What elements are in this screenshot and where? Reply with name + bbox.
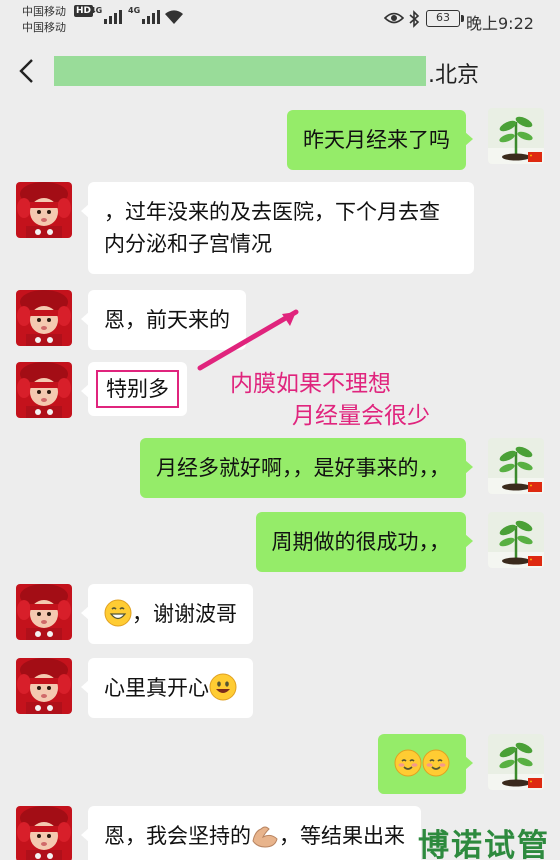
my-avatar[interactable] [488, 512, 544, 568]
clock: 晚上9:22 [466, 14, 534, 33]
message-text: ，等结果出来 [279, 824, 405, 848]
contact-avatar[interactable] [16, 182, 72, 238]
message-bubble-right[interactable]: 月经多就好啊，，是好事来的，， [140, 438, 473, 498]
muscle-emoji-icon [252, 826, 278, 848]
message-bubble-left[interactable]: ，谢谢波哥 [81, 584, 253, 644]
message-text: 昨天月经来了吗 [303, 128, 450, 152]
message-text: ，谢谢波哥 [132, 602, 237, 626]
carrier-label-1: 中国移动 [22, 5, 66, 18]
blush-emoji-icon [422, 749, 450, 777]
smile-emoji-icon [209, 673, 237, 701]
message-bubble-left[interactable]: ，过年没来的及去医院，下个月去查内分泌和子宫情况 [81, 182, 474, 274]
status-bar: 中国移动 HD 中国移动 4G 4G 63 晚上9:22 [0, 0, 560, 40]
message-bubble-left[interactable]: 特别多 [81, 362, 187, 416]
watermark-text: 博诺试管 [418, 828, 550, 860]
message-text: 恩，我会坚持的 [104, 824, 251, 848]
blush-emoji-icon [394, 749, 422, 777]
bluetooth-icon [409, 10, 420, 28]
contact-avatar[interactable] [16, 290, 72, 346]
redacted-contact-name [54, 56, 426, 86]
message-text: 周期做的很成功，， [271, 530, 451, 554]
my-avatar[interactable] [488, 108, 544, 164]
eye-comfort-icon [384, 12, 404, 24]
annotation-arrow [197, 309, 299, 371]
battery-indicator: 63 [426, 10, 464, 27]
message-bubble-right[interactable]: 周期做的很成功，， [255, 512, 473, 572]
message-bubble-left[interactable]: 恩，我会坚持的 ，等结果出来 [81, 806, 421, 860]
contact-avatar[interactable] [16, 362, 72, 418]
annotation-line-1: 内膜如果不理想 [230, 371, 391, 397]
annotation-line-2: 月经量会很少 [292, 403, 430, 429]
message-text: 心里真开心 [104, 676, 209, 700]
signal-icon-2: 4G [128, 6, 160, 24]
signal-icon-1: 4G [90, 6, 122, 24]
contact-avatar[interactable] [16, 658, 72, 714]
message-text: ，过年没来的及去医院，下个月去查内分泌和子宫情况 [104, 200, 440, 256]
chat-header: .北京 [0, 40, 560, 104]
grin-emoji-icon [104, 599, 132, 627]
my-avatar[interactable] [488, 734, 544, 790]
contact-avatar[interactable] [16, 806, 72, 860]
carrier-label-2: 中国移动 [22, 21, 66, 34]
wifi-icon [165, 10, 183, 24]
chat-title: .北京 [428, 63, 479, 88]
my-avatar[interactable] [488, 438, 544, 494]
highlighted-message-text: 特别多 [96, 370, 179, 408]
message-bubble-left[interactable]: 心里真开心 [81, 658, 253, 718]
message-bubble-right[interactable]: 昨天月经来了吗 [287, 110, 473, 170]
contact-avatar[interactable] [16, 584, 72, 640]
message-text: 月经多就好啊，，是好事来的，， [156, 456, 450, 480]
back-arrow-icon[interactable] [18, 58, 36, 84]
message-bubble-right[interactable] [378, 734, 473, 794]
